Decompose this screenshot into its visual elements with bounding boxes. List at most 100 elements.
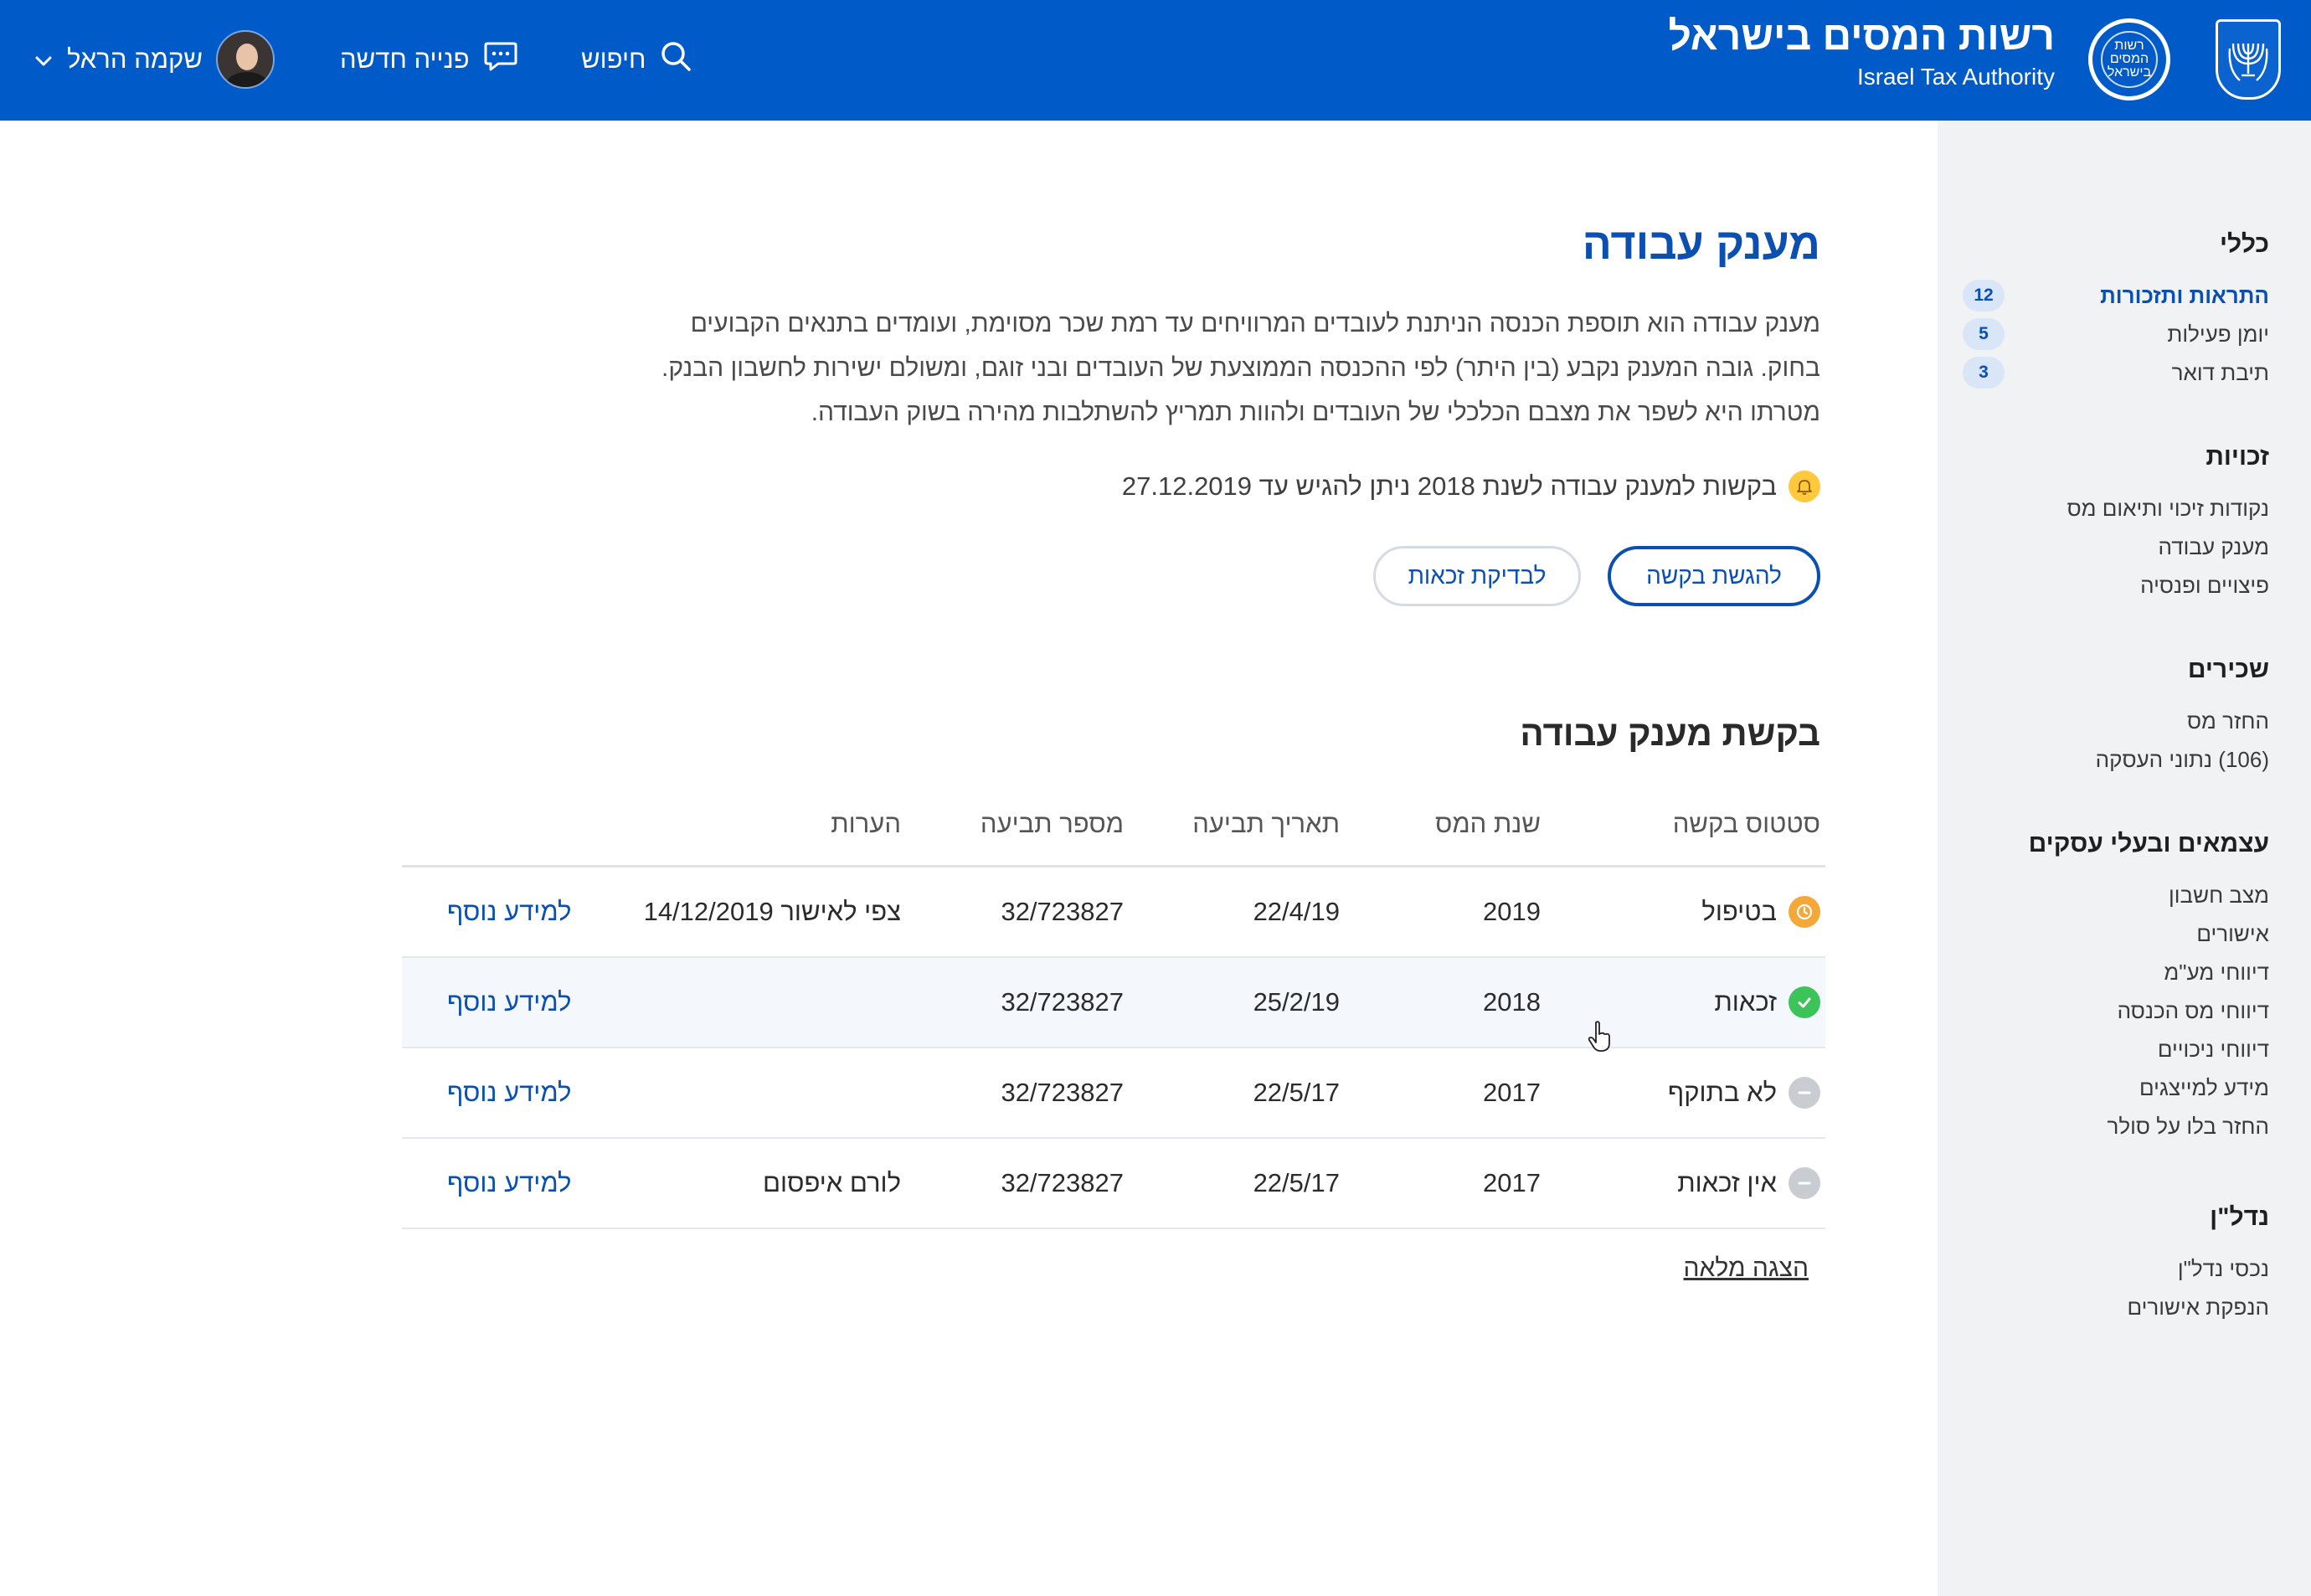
deadline-notice-text: בקשות למענק עבודה לשנת 2018 ניתן להגיש ע… — [1121, 471, 1777, 501]
requests-table: סטטוס בקשה שנת המס תאריך תביעה מספר תביע… — [402, 795, 1825, 1229]
brand-title-hebrew: רשות המסים בישראל — [1668, 14, 2055, 59]
submit-request-button[interactable]: להגשת בקשה — [1608, 546, 1820, 606]
sidebar-item-work-grant[interactable]: מענק עבודה — [1968, 528, 2269, 566]
sidebar-item-label: החזר מס — [2186, 708, 2269, 734]
sidebar-item-label: הנפקת אישורים — [2127, 1295, 2269, 1320]
column-header-status: סטטוס בקשה — [1672, 809, 1820, 838]
claim-date-cell: 22/4/19 — [1253, 897, 1340, 926]
column-header-tax-year: שנת המס — [1435, 809, 1541, 838]
table-row: אין זכאות 2017 22/5/17 32/723827 לורם אי… — [402, 1139, 1825, 1229]
sidebar-group-employees: שכירים החזר מס (106) נתוני העסקה — [1968, 651, 2269, 779]
sidebar-group-title: כללי — [2219, 230, 2269, 258]
sidebar-item-label: מענק עבודה — [2158, 534, 2269, 559]
count-badge: 3 — [1963, 357, 2005, 389]
more-info-link[interactable]: למידע נוסף — [447, 958, 571, 1047]
sidebar-item-alerts[interactable]: התראות ותזכורות 12 — [1963, 276, 2269, 315]
status-text: זכאות — [1714, 987, 1777, 1017]
claim-number-cell: 32/723827 — [1001, 987, 1124, 1017]
sidebar-group-real-estate: נדל"ן נכסי נדל"ן הנפקת אישורים — [1968, 1199, 2269, 1326]
user-name: שקמה הראל — [67, 44, 203, 74]
sidebar-item-deduction-reports[interactable]: דיווחי ניכויים — [1968, 1030, 2269, 1068]
intro-line: מענק עבודה הוא תוספת הכנסה הניתנת לעובדי… — [690, 310, 1820, 337]
status-text: לא בתוקף — [1667, 1078, 1777, 1107]
sidebar-item-real-estate-assets[interactable]: נכסי נדל"ן — [1968, 1249, 2269, 1288]
sidebar-item-tax-refund[interactable]: החזר מס — [1968, 702, 2269, 740]
minus-icon — [1789, 1167, 1820, 1199]
check-icon — [1789, 986, 1820, 1018]
claim-number-cell: 32/723827 — [1001, 1078, 1124, 1107]
table-row: בטיפול 2019 22/4/19 32/723827 צפי לאישור… — [402, 868, 1825, 958]
claim-date-cell: 25/2/19 — [1253, 987, 1340, 1017]
table-row: לא בתוקף 2017 22/5/17 32/723827 למידע נו… — [402, 1048, 1825, 1139]
more-info-link[interactable]: למידע נוסף — [447, 1139, 571, 1228]
intro-text: מענק עבודה הוא תוספת הכנסה הניתנת לעובדי… — [631, 301, 1820, 435]
sidebar-item-label: פיצויים ופנסיה — [2140, 573, 2269, 598]
chevron-down-icon — [33, 44, 54, 75]
sidebar-group-title: שכירים — [2187, 656, 2269, 683]
section-title: בקשת מענק עבודה — [1520, 713, 1820, 753]
tax-year-cell: 2019 — [1483, 897, 1541, 926]
intro-line: מטרתו היא לשפר את מצבם הכלכלי של העובדים… — [811, 399, 1820, 426]
sidebar-item-activity-log[interactable]: יומן פעילות 5 — [1963, 315, 2269, 353]
sidebar-item-issue-approvals[interactable]: הנפקת אישורים — [1968, 1288, 2269, 1326]
intro-line: בחוק. גובה המענק נקבע (בין היתר) לפי ההכ… — [661, 354, 1820, 382]
sidebar-item-income-tax-reports[interactable]: דיווחי מס הכנסה — [1968, 991, 2269, 1030]
sidebar: כללי התראות ותזכורות 12 יומן פעילות 5 תי… — [1938, 121, 2311, 1596]
notes-cell: לורם איפסום — [763, 1168, 901, 1197]
sidebar-item-label: נקודות זיכוי ותיאום מס — [2067, 496, 2269, 521]
sidebar-group-title: עצמאים ובעלי עסקים — [2028, 830, 2269, 857]
claim-date-cell: 22/5/17 — [1253, 1168, 1340, 1197]
tax-year-cell: 2017 — [1483, 1168, 1541, 1197]
status-cell: בטיפול — [1701, 868, 1820, 956]
more-info-link[interactable]: למידע נוסף — [447, 868, 571, 956]
page-title: מענק עבודה — [1582, 220, 1820, 269]
user-menu[interactable]: שקמה הראל — [33, 28, 275, 90]
sidebar-group-general: כללי התראות ותזכורות 12 יומן פעילות 5 תי… — [1963, 226, 2269, 392]
clock-icon — [1789, 896, 1820, 928]
sidebar-item-label: תיבת דואר — [2171, 360, 2269, 385]
hand-pointer-icon — [1588, 1020, 1613, 1058]
sidebar-item-account-status[interactable]: מצב חשבון — [1968, 876, 2269, 914]
status-text: בטיפול — [1701, 897, 1777, 926]
sidebar-item-representatives-info[interactable]: מידע למייצגים — [1968, 1068, 2269, 1107]
new-inquiry-button[interactable]: פנייה חדשה — [340, 39, 518, 80]
column-header-notes: הערות — [831, 809, 901, 838]
status-text: אין זכאות — [1677, 1168, 1777, 1197]
check-eligibility-button[interactable]: לבדיקת זכאות — [1373, 546, 1581, 606]
sidebar-item-severance-pension[interactable]: פיצויים ופנסיה — [1968, 566, 2269, 605]
sidebar-group-title: נדל"ן — [2210, 1203, 2269, 1231]
sidebar-item-vat-reports[interactable]: דיווחי מע"מ — [1968, 953, 2269, 991]
top-header: רשות המסים בישראל רשות המסים בישראל Isra… — [0, 0, 2311, 121]
sidebar-item-label: דיווחי מס הכנסה — [2117, 998, 2269, 1023]
avatar — [215, 30, 275, 89]
new-inquiry-label: פנייה חדשה — [340, 44, 470, 74]
sidebar-item-label: (106) נתוני העסקה — [2095, 747, 2269, 772]
chat-bubble-icon — [483, 39, 518, 80]
sidebar-item-diesel-refund[interactable]: החזר בלו על סולר — [1968, 1107, 2270, 1146]
state-emblem-icon — [2216, 19, 2281, 100]
sidebar-item-approvals[interactable]: אישורים — [1968, 914, 2269, 953]
status-cell: אין זכאות — [1677, 1139, 1820, 1228]
status-cell: לא בתוקף — [1668, 1048, 1820, 1137]
ita-logo[interactable]: רשות המסים בישראל — [2088, 18, 2170, 100]
sidebar-item-label: נכסי נדל"ן — [2177, 1256, 2269, 1281]
claim-number-cell: 32/723827 — [1001, 897, 1124, 926]
sidebar-item-label: אישורים — [2196, 921, 2269, 946]
claim-date-cell: 22/5/17 — [1253, 1078, 1340, 1107]
full-view-link[interactable]: הצגה מלאה — [1684, 1254, 1809, 1283]
minus-icon — [1789, 1077, 1820, 1109]
status-cell: זכאות — [1714, 958, 1820, 1047]
sidebar-item-mailbox[interactable]: תיבת דואר 3 — [1963, 353, 2269, 392]
column-header-claim-date: תאריך תביעה — [1192, 809, 1340, 838]
sidebar-item-label: החזר בלו על סולר — [2107, 1114, 2270, 1139]
sidebar-item-label: דיווחי מע"מ — [2164, 960, 2269, 985]
sidebar-item-label: יומן פעילות — [2167, 322, 2269, 347]
claim-number-cell: 32/723827 — [1001, 1168, 1124, 1197]
sidebar-item-credit-points[interactable]: נקודות זיכוי ותיאום מס — [1968, 489, 2269, 528]
sidebar-item-employment-data[interactable]: (106) נתוני העסקה — [1968, 740, 2269, 779]
search-icon — [659, 39, 692, 80]
tax-year-cell: 2017 — [1483, 1078, 1541, 1107]
table-header: סטטוס בקשה שנת המס תאריך תביעה מספר תביע… — [402, 795, 1825, 868]
more-info-link[interactable]: למידע נוסף — [447, 1048, 571, 1137]
search-button[interactable]: חיפוש — [581, 39, 692, 80]
